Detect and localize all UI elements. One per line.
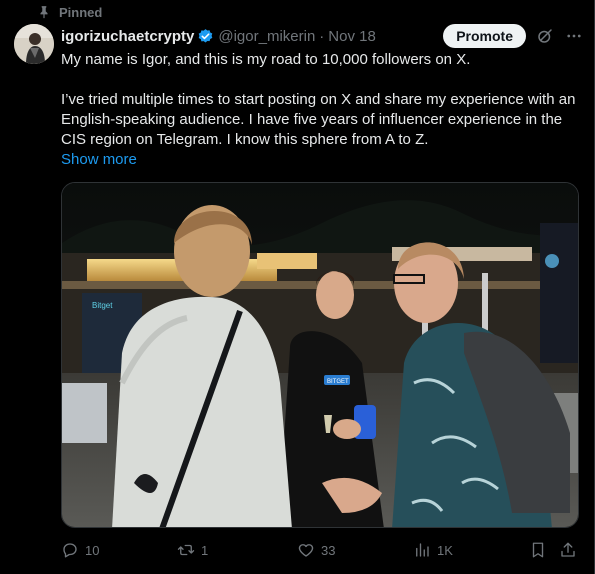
separator-dot: · xyxy=(319,27,325,45)
action-bar: 10 1 33 1K xyxy=(61,538,581,562)
pinned-indicator: Pinned xyxy=(37,4,102,20)
post-header: igorizuchaetcrypty @igor_mikerin · Nov 1… xyxy=(61,24,584,48)
views-button[interactable]: 1K xyxy=(413,538,453,562)
views-icon xyxy=(416,543,429,557)
more-icon[interactable] xyxy=(564,26,584,46)
bookmark-icon xyxy=(532,542,544,558)
repost-icon xyxy=(177,544,195,556)
share-button[interactable] xyxy=(559,538,577,562)
avatar[interactable] xyxy=(14,24,54,64)
like-count: 33 xyxy=(321,542,336,558)
handle[interactable]: @igor_mikerin xyxy=(218,28,315,45)
pin-icon xyxy=(40,6,48,19)
media-sign-text: Bitget xyxy=(92,301,113,310)
post-photo[interactable]: Bitget BITGET xyxy=(61,182,579,528)
sign-label: Bitget xyxy=(92,301,113,310)
reply-button[interactable]: 10 xyxy=(61,538,99,562)
repost-button[interactable]: 1 xyxy=(177,538,208,562)
like-button[interactable]: 33 xyxy=(297,538,335,562)
post-line-1: My name is Igor, and this is my road to … xyxy=(61,51,471,68)
view-count: 1K xyxy=(437,542,453,558)
shirt-label: BITGET xyxy=(327,379,349,385)
post-text: My name is Igor, and this is my road to … xyxy=(61,50,581,170)
pinned-post[interactable]: Pinned igorizuchaetcrypty @igor_mikerin … xyxy=(0,0,595,574)
reply-count: 10 xyxy=(85,542,100,558)
grok-icon[interactable] xyxy=(535,26,555,46)
reply-icon xyxy=(63,543,77,558)
post-paragraph-2: I’ve tried multiple times to start posti… xyxy=(61,91,576,148)
verified-badge-icon[interactable] xyxy=(197,28,214,45)
post-date[interactable]: Nov 18 xyxy=(328,28,376,45)
display-name[interactable]: igorizuchaetcrypty xyxy=(61,28,194,45)
media-shirt-text: BITGET xyxy=(327,379,349,385)
repost-count: 1 xyxy=(201,542,209,558)
bookmark-button[interactable] xyxy=(529,538,547,562)
heart-icon xyxy=(298,544,314,557)
show-more-link[interactable]: Show more xyxy=(61,150,137,170)
promote-button[interactable]: Promote xyxy=(443,24,526,48)
pinned-label: Pinned xyxy=(59,4,103,20)
share-icon xyxy=(561,542,575,557)
